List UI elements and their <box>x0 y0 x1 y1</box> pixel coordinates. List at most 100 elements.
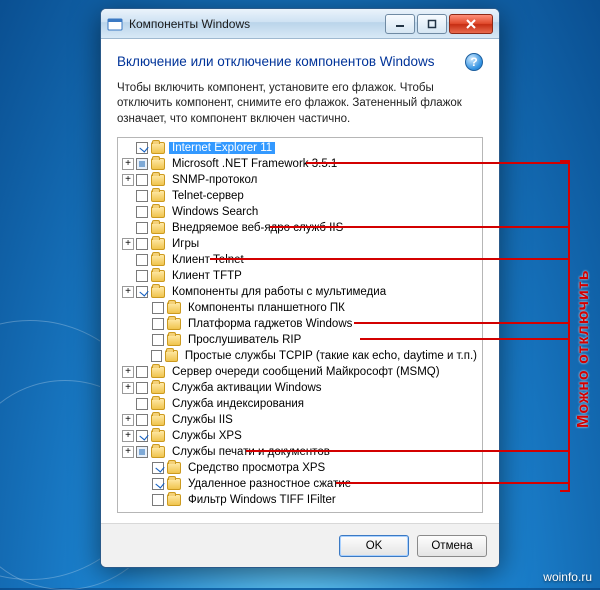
tree-item-label: Windows Search <box>169 206 261 218</box>
feature-checkbox[interactable] <box>136 158 148 170</box>
folder-icon <box>151 142 165 154</box>
feature-checkbox[interactable] <box>136 398 148 410</box>
tree-item[interactable]: +Службы печати и документов <box>118 444 482 460</box>
window-title: Компоненты Windows <box>129 17 385 31</box>
feature-checkbox[interactable] <box>136 270 148 282</box>
tree-item[interactable]: Клиент TFTP <box>118 268 482 284</box>
tree-item[interactable]: Служба индексирования <box>118 396 482 412</box>
ok-button[interactable]: OK <box>339 535 409 557</box>
tree-item[interactable]: Фильтр Windows TIFF IFilter <box>118 492 482 508</box>
tree-item[interactable]: +Игры <box>118 236 482 252</box>
feature-checkbox[interactable] <box>136 142 148 154</box>
expand-icon[interactable]: + <box>122 286 134 298</box>
folder-icon <box>151 286 165 298</box>
expand-icon[interactable]: + <box>122 238 134 250</box>
feature-checkbox[interactable] <box>152 462 164 474</box>
feature-checkbox[interactable] <box>152 478 164 490</box>
feature-checkbox[interactable] <box>136 286 148 298</box>
feature-checkbox[interactable] <box>136 430 148 442</box>
expander-placeholder <box>138 494 150 506</box>
tree-item[interactable]: + SNMP-протокол <box>118 172 482 188</box>
folder-icon <box>151 222 165 234</box>
folder-icon <box>151 382 165 394</box>
feature-checkbox[interactable] <box>136 366 148 378</box>
tree-item[interactable]: Прослушиватель RIP <box>118 332 482 348</box>
expander-placeholder <box>122 142 134 154</box>
tree-item[interactable]: Internet Explorer 11 <box>118 140 482 156</box>
tree-item[interactable]: Внедряемое веб-ядро служб IIS <box>118 220 482 236</box>
tree-item-label: Сервер очереди сообщений Майкрософт (MSM… <box>169 366 443 378</box>
tree-item-label: Внедряемое веб-ядро служб IIS <box>169 222 346 234</box>
dialog-heading: Включение или отключение компонентов Win… <box>117 53 457 71</box>
expand-icon[interactable]: + <box>122 174 134 186</box>
app-icon <box>107 16 123 32</box>
tree-item[interactable]: + Сервер очереди сообщений Майкрософт (MS… <box>118 364 482 380</box>
expander-placeholder <box>122 270 134 282</box>
tree-item[interactable]: Платформа гаджетов Windows <box>118 316 482 332</box>
feature-checkbox[interactable] <box>136 446 148 458</box>
expand-icon[interactable]: + <box>122 446 134 458</box>
tree-item[interactable]: Простые службы TCPIP (такие как echo, da… <box>118 348 482 364</box>
annotation-bracket-cap <box>560 490 570 492</box>
feature-checkbox[interactable] <box>136 254 148 266</box>
tree-item[interactable]: Windows Search <box>118 204 482 220</box>
expander-placeholder <box>122 190 134 202</box>
expander-placeholder <box>138 318 150 330</box>
tree-item[interactable]: + Служба активации Windows <box>118 380 482 396</box>
feature-checkbox[interactable] <box>152 318 164 330</box>
folder-icon <box>151 366 165 378</box>
dialog-explanation: Чтобы включить компонент, установите его… <box>117 81 483 128</box>
features-tree[interactable]: Internet Explorer 11+Microsoft .NET Fram… <box>117 137 483 513</box>
expand-icon[interactable]: + <box>122 414 134 426</box>
tree-item[interactable]: +Службы IIS <box>118 412 482 428</box>
tree-item-label: Служба индексирования <box>169 398 307 410</box>
cancel-button[interactable]: Отмена <box>417 535 487 557</box>
expander-placeholder <box>138 334 150 346</box>
feature-checkbox[interactable] <box>152 302 164 314</box>
feature-checkbox[interactable] <box>136 382 148 394</box>
dialog-footer: OK Отмена <box>101 523 499 567</box>
tree-item-label: Простые службы TCPIP (такие как echo, da… <box>182 350 480 362</box>
tree-item[interactable]: Удаленное разностное сжатие <box>118 476 482 492</box>
feature-checkbox[interactable] <box>136 206 148 218</box>
expand-icon[interactable]: + <box>122 382 134 394</box>
tree-item[interactable]: +Службы XPS <box>118 428 482 444</box>
tree-item[interactable]: Компоненты планшетного ПК <box>118 300 482 316</box>
expand-icon[interactable]: + <box>122 366 134 378</box>
expander-placeholder <box>122 222 134 234</box>
tree-item-label: Telnet-сервер <box>169 190 247 202</box>
minimize-button[interactable] <box>385 14 415 34</box>
feature-checkbox[interactable] <box>136 190 148 202</box>
watermark: woinfo.ru <box>543 570 592 584</box>
expander-placeholder <box>138 462 150 474</box>
expand-icon[interactable]: + <box>122 430 134 442</box>
feature-checkbox[interactable] <box>151 350 162 362</box>
folder-icon <box>151 398 165 410</box>
expander-placeholder <box>122 398 134 410</box>
titlebar[interactable]: Компоненты Windows <box>101 9 499 39</box>
tree-item-label: Служба активации Windows <box>169 382 325 394</box>
folder-icon <box>151 430 165 442</box>
folder-icon <box>151 158 165 170</box>
feature-checkbox[interactable] <box>152 494 164 506</box>
tree-item[interactable]: +Microsoft .NET Framework 3.5.1 <box>118 156 482 172</box>
feature-checkbox[interactable] <box>136 414 148 426</box>
help-icon[interactable]: ? <box>465 53 483 71</box>
tree-item-label: SNMP-протокол <box>169 174 260 186</box>
close-button[interactable] <box>449 14 493 34</box>
tree-item-label: Платформа гаджетов Windows <box>185 318 355 330</box>
feature-checkbox[interactable] <box>152 334 164 346</box>
tree-item-label: Клиент TFTP <box>169 270 245 282</box>
tree-item[interactable]: Telnet-сервер <box>118 188 482 204</box>
expand-icon[interactable]: + <box>122 158 134 170</box>
maximize-button[interactable] <box>417 14 447 34</box>
feature-checkbox[interactable] <box>136 238 148 250</box>
tree-item-label: Фильтр Windows TIFF IFilter <box>185 494 339 506</box>
folder-icon <box>167 334 181 346</box>
tree-item[interactable]: Средство просмотра XPS <box>118 460 482 476</box>
folder-icon <box>151 238 165 250</box>
tree-item[interactable]: +Компоненты для работы с мультимедиа <box>118 284 482 300</box>
feature-checkbox[interactable] <box>136 222 148 234</box>
feature-checkbox[interactable] <box>136 174 148 186</box>
tree-item[interactable]: Клиент Telnet <box>118 252 482 268</box>
